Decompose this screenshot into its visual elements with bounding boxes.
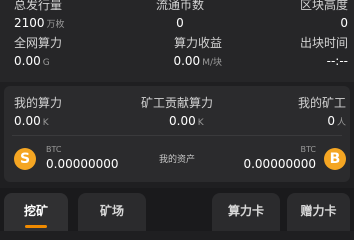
- tab-mining[interactable]: 挖矿: [4, 193, 68, 231]
- panel-divider: [12, 135, 342, 136]
- tab-power-card[interactable]: 算力卡: [212, 193, 280, 231]
- right-asset: BTC 0.00000000: [243, 145, 316, 171]
- total-supply-label: 总发行量: [14, 0, 63, 12]
- total-supply-unit: 万枚: [46, 20, 65, 30]
- tab-mine-field-label: 矿场: [99, 204, 124, 218]
- left-asset-value: 0.00000000: [46, 157, 119, 171]
- my-power-label: 我的算力: [14, 96, 63, 110]
- tab-gift-card-label: 赠力卡: [300, 204, 337, 218]
- active-tab-indicator: [25, 225, 47, 228]
- tab-mine-field[interactable]: 矿场: [78, 193, 146, 231]
- s-coin-icon: S: [14, 148, 36, 170]
- network-power-stat: 全网算力 0.00 G: [14, 36, 62, 70]
- total-supply-value: 2100: [14, 16, 45, 30]
- my-miners-value: 0: [327, 114, 335, 128]
- circulating-value: 0: [176, 16, 184, 30]
- block-time-label: 出块时间: [299, 36, 348, 50]
- miner-contribution-stat: 矿工贡献算力 0.00 K: [141, 96, 213, 130]
- my-assets-label: 我的资产: [158, 155, 195, 165]
- power-income-value: 0.00: [173, 54, 201, 68]
- tab-power-card-label: 算力卡: [227, 204, 264, 218]
- total-supply-stat: 总发行量 2100 万枚: [14, 0, 65, 32]
- bitcoin-icon: B: [324, 148, 346, 170]
- block-height-stat: 区块高度 0: [300, 0, 348, 30]
- left-asset-label: BTC: [46, 145, 62, 154]
- miner-contribution-label: 矿工贡献算力: [141, 96, 214, 110]
- tab-bar: 挖矿 矿场 算力卡 赠力卡: [0, 188, 354, 231]
- block-time-value: --:--: [326, 54, 348, 68]
- my-miners-label: 我的矿工: [297, 96, 346, 110]
- block-time-stat: 出块时间 --:--: [300, 36, 348, 68]
- block-height-value: 0: [340, 16, 348, 30]
- network-power-label: 全网算力: [14, 36, 63, 50]
- block-height-label: 区块高度: [299, 0, 348, 12]
- power-income-stat: 算力收益 0.00 M/块: [150, 36, 222, 70]
- my-power-value: 0.00: [14, 114, 41, 128]
- tab-gift-card[interactable]: 赠力卡: [287, 193, 350, 231]
- my-power-stat: 我的算力 0.00 K: [14, 96, 62, 130]
- right-asset-label: BTC: [300, 145, 317, 154]
- miner-contribution-unit: K: [197, 118, 204, 128]
- my-miners-stat[interactable]: 我的矿工 0人: [298, 96, 346, 130]
- power-income-unit: M/块: [202, 58, 222, 68]
- network-power-unit: G: [42, 58, 50, 68]
- network-power-value: 0.00: [14, 54, 41, 68]
- network-stats-panel: 总发行量 2100 万枚 流通币数 0 区块高度 0 全网算力 0.00 G 算力收…: [0, 0, 354, 82]
- my-miners-unit: 人: [336, 118, 346, 128]
- my-power-unit: K: [42, 118, 49, 128]
- tab-mining-label: 挖矿: [23, 204, 48, 218]
- circulating-label: 流通币数: [155, 0, 204, 12]
- right-asset-value: 0.00000000: [243, 157, 316, 171]
- miner-contribution-value: 0.00: [169, 114, 196, 128]
- left-asset: BTC 0.00000000: [46, 145, 119, 171]
- my-power-panel: 我的算力 0.00 K 矿工贡献算力 0.00 K 我的矿工 0人 S BTC 0.…: [4, 86, 350, 182]
- circulating-stat: 流通币数 0: [140, 0, 220, 30]
- power-income-label: 算力收益: [173, 36, 222, 50]
